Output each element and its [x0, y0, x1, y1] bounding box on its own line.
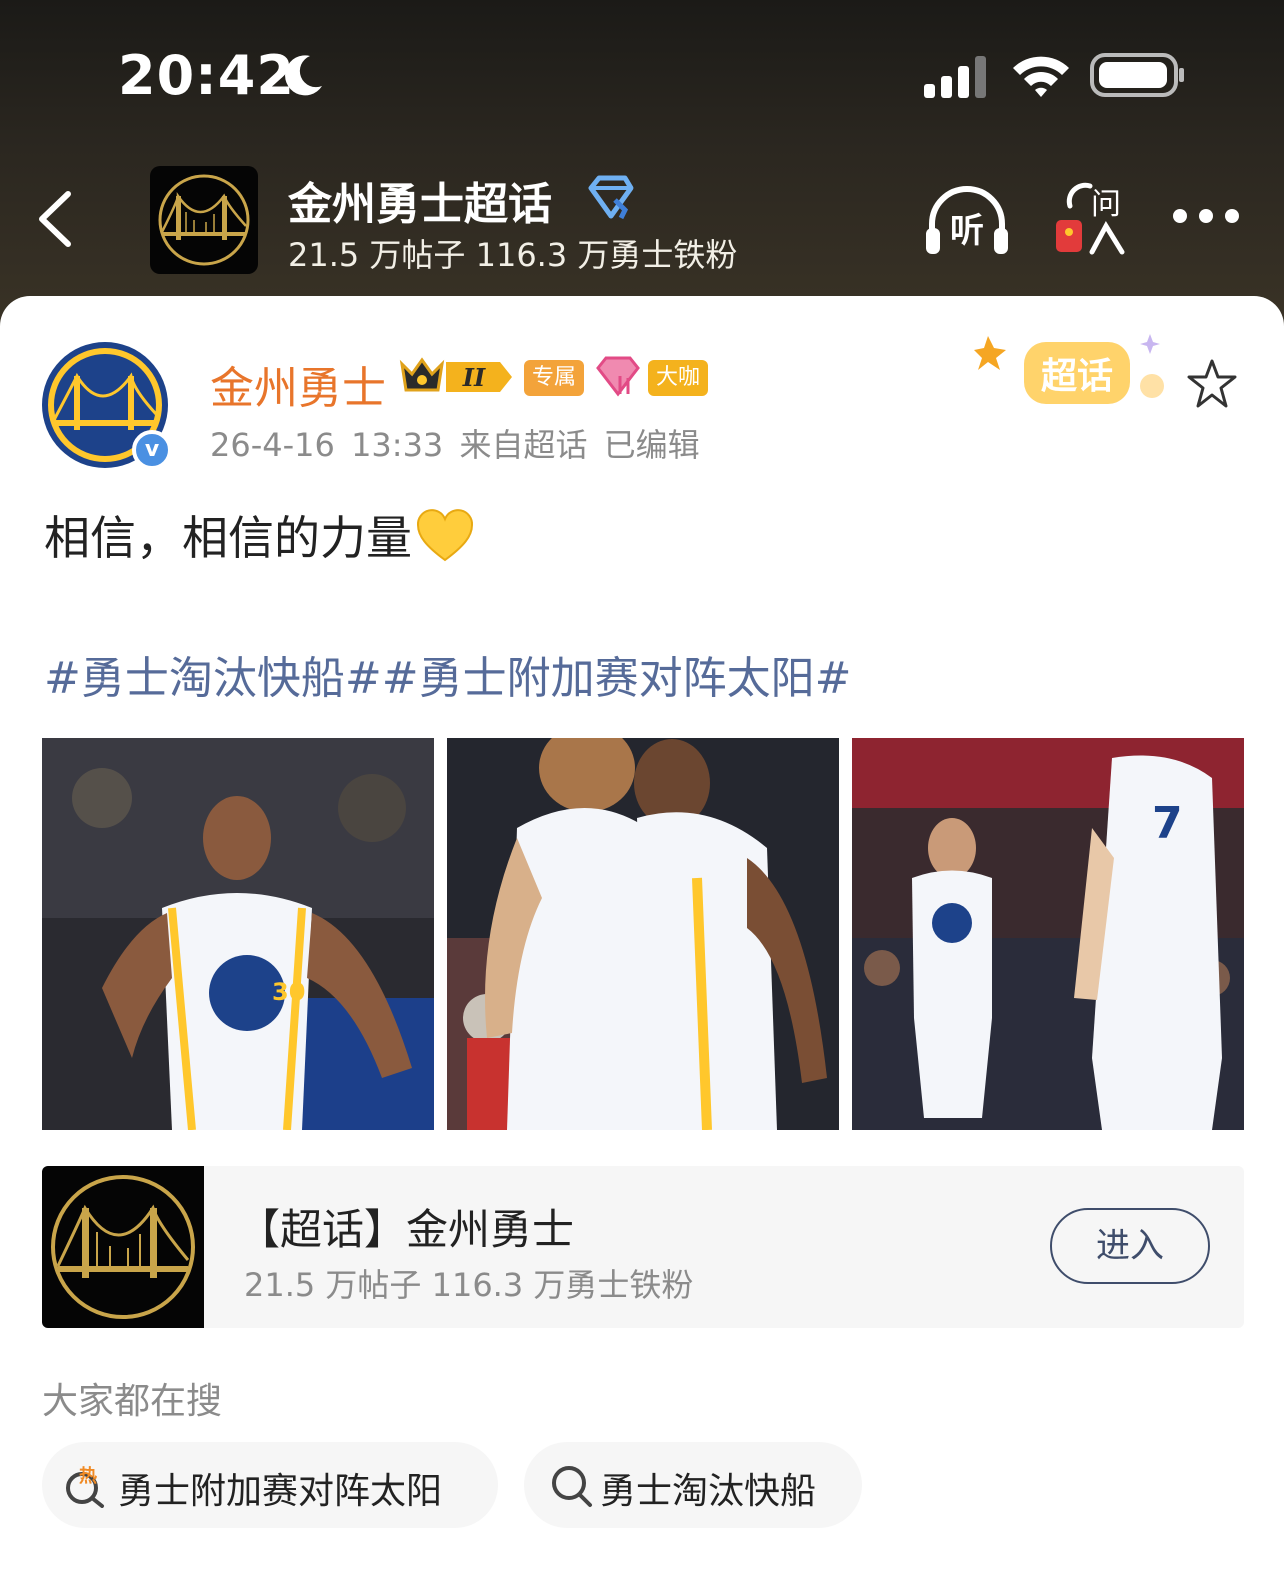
hashtag-link[interactable]: #勇士淘汰快船#: [44, 653, 382, 704]
diamond-icon: [588, 175, 634, 220]
ask-label: 问: [1091, 187, 1121, 222]
search-chip[interactable]: 热 勇士附加赛对阵太阳: [42, 1442, 498, 1528]
back-icon[interactable]: [30, 188, 80, 250]
search-chip[interactable]: 勇士淘汰快船: [524, 1442, 862, 1528]
post-meta: 26-4-16 13:33 来自超话 已编辑: [210, 426, 700, 464]
author-name[interactable]: 金州勇士: [210, 352, 386, 416]
hashtags: #勇士淘汰快船##勇士附加赛对阵太阳#: [44, 642, 851, 706]
hot-label: 热: [79, 1465, 97, 1487]
more-icon[interactable]: [1170, 206, 1242, 226]
post-text: 相信，相信的力量: [44, 502, 474, 568]
topic-stats: 21.5 万帖子 116.3 万勇士铁粉: [288, 236, 738, 274]
listen-label: 听: [950, 211, 984, 251]
vip-badge: 大咖: [648, 360, 709, 396]
hashtag-link[interactable]: #勇士附加赛对阵太阳#: [382, 653, 852, 704]
chaohua-sticker-icon: 超话: [974, 334, 1164, 404]
jersey-number: 30: [272, 978, 305, 1006]
topic-card-logo: [42, 1166, 204, 1328]
topic-card-stats: 21.5 万帖子 116.3 万勇士铁粉: [244, 1266, 694, 1304]
player-photo-image: [447, 738, 839, 1130]
post-card: v 金州勇士 II 专属 大咖 26-4-16 13:33 来自超话 已编辑 超…: [0, 296, 1284, 1570]
crown-level-label: II: [462, 363, 486, 392]
trending-search-heading: 大家都在搜: [42, 1381, 223, 1422]
battery-icon: [1090, 53, 1184, 97]
topic-title: 金州勇士超话: [288, 179, 552, 230]
status-time: 20:42: [118, 44, 295, 107]
topic-logo[interactable]: [150, 166, 258, 274]
yellow-heart-icon: [416, 509, 474, 562]
player-photo-image: 30: [42, 738, 434, 1130]
player-photo-image: 7: [852, 738, 1244, 1130]
post-photo-1[interactable]: 30: [42, 738, 434, 1130]
exclusive-badge: 专属: [524, 360, 585, 396]
topic-card-title: 【超话】金州勇士: [238, 1205, 575, 1254]
search-chip-label: 勇士淘汰快船: [600, 1471, 817, 1512]
jersey-number: 7: [1152, 798, 1183, 849]
signal-icon: [924, 56, 986, 98]
moon-icon: [285, 55, 322, 96]
post-text-content: 相信，相信的力量: [44, 511, 412, 565]
top-header: 20:42 金州勇士超话 21.5 万帖子 116.3 万勇士铁粉 听 问: [0, 0, 1284, 330]
crown-level-badge: II: [399, 357, 512, 392]
author-avatar[interactable]: v: [42, 342, 172, 470]
post-photo-3[interactable]: 7: [852, 738, 1244, 1130]
bridge-logo-icon: [51, 1175, 195, 1319]
wifi-icon: [1013, 56, 1069, 97]
topic-card[interactable]: 【超话】金州勇士 21.5 万帖子 116.3 万勇士铁粉 进入: [42, 1166, 1244, 1328]
status-bar: 20:42: [0, 0, 1284, 150]
photo-grid: 30 7: [42, 738, 1244, 1130]
ask-icon[interactable]: 问: [1052, 180, 1126, 258]
star-icon[interactable]: [1186, 358, 1238, 410]
topic-nav-bar: 金州勇士超话 21.5 万帖子 116.3 万勇士铁粉 听 问: [0, 160, 1284, 280]
search-icon: [552, 1466, 592, 1507]
verified-icon: v: [132, 430, 172, 470]
bridge-logo-icon: [158, 174, 250, 266]
search-chip-label: 勇士附加赛对阵太阳: [118, 1471, 443, 1512]
hot-search-icon: 热: [66, 1465, 104, 1508]
pink-gem-icon: [596, 356, 640, 397]
listen-icon[interactable]: 听: [924, 184, 1010, 256]
sticker-label: 超话: [1041, 356, 1113, 397]
enter-button[interactable]: 进入: [1050, 1208, 1210, 1284]
post-photo-2[interactable]: [447, 738, 839, 1130]
